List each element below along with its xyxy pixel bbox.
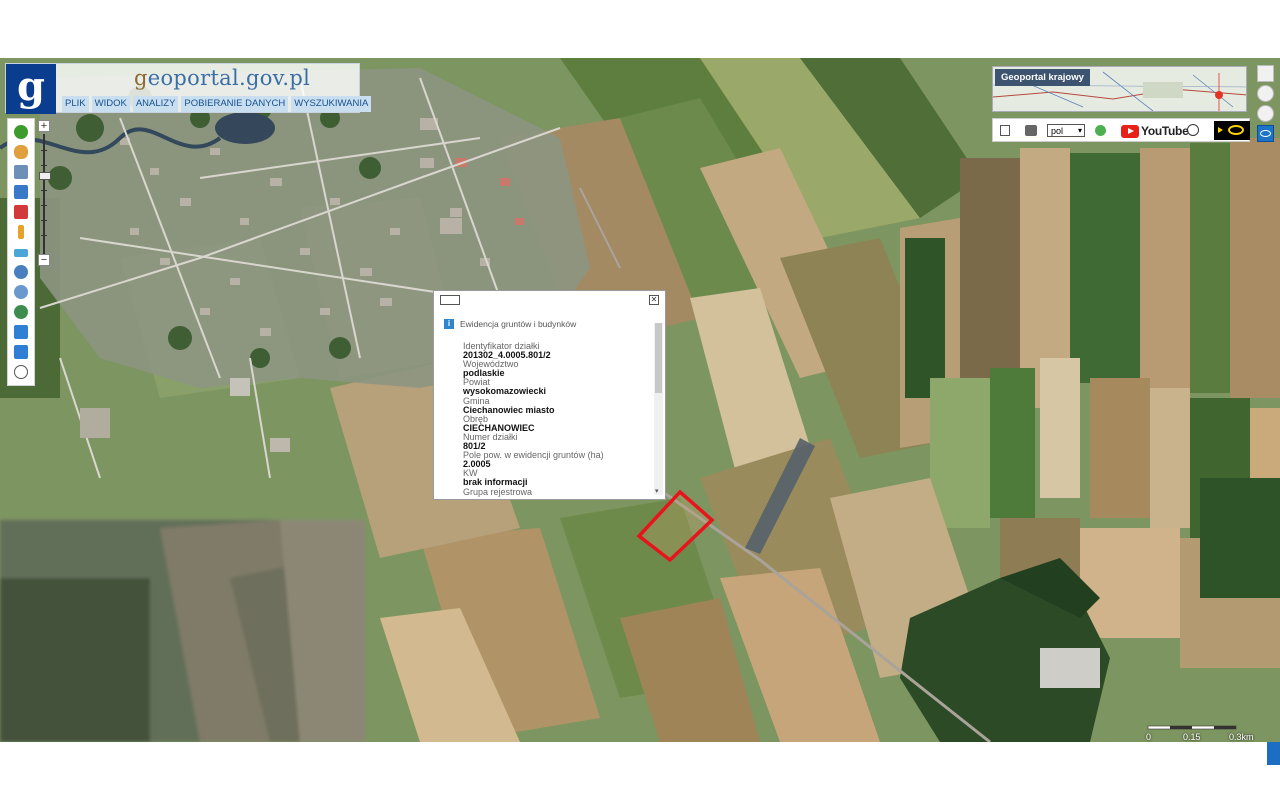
menu-tabs: PLIK WIDOK ANALIZY POBIERANIE DANYCH WYS… [62, 96, 372, 112]
tab-analizy[interactable]: ANALIZY [132, 96, 179, 112]
pan-hand-icon[interactable] [14, 145, 28, 159]
popup-scrollbar[interactable]: ▾ [654, 323, 663, 495]
language-select[interactable]: pol ▾ [1047, 124, 1085, 137]
field-value: 2.0005 [463, 459, 491, 470]
crosshair-icon[interactable] [1187, 124, 1199, 136]
geoportal-logo[interactable]: g [6, 64, 56, 114]
youtube-play-icon [1121, 124, 1139, 138]
blue-eye-button[interactable] [1257, 125, 1274, 142]
tab-widok[interactable]: WIDOK [91, 96, 130, 112]
small-dot-button-2[interactable] [1257, 105, 1274, 122]
youtube-button[interactable]: YouTube [1121, 124, 1189, 138]
tools-gear-icon[interactable] [1257, 65, 1274, 82]
zoom-in-icon[interactable] [14, 265, 28, 279]
tab-wyszukiwania[interactable]: WYSZUKIWANIA [291, 96, 372, 112]
ruler-icon[interactable] [14, 249, 28, 257]
small-dot-button[interactable] [1257, 85, 1274, 102]
top-right-tools: pol ▾ YouTube [992, 118, 1250, 142]
zoom-minus-button[interactable]: − [38, 254, 50, 266]
popup-title: Ewidencja gruntów i budynków [460, 319, 577, 329]
field-value: wysokomazowiecki [463, 386, 547, 397]
arrow-back-icon[interactable] [14, 325, 28, 339]
accessibility-eye-button[interactable] [1214, 121, 1250, 140]
popup-header: i Ewidencja gruntów i budynków [444, 319, 576, 329]
popup-attributes: Identyfikator działki 201302_4.0005.801/… [463, 341, 648, 497]
globe-icon[interactable] [14, 305, 28, 319]
language-value: pol [1051, 126, 1064, 136]
zoom-out-icon[interactable] [14, 285, 28, 299]
field-label: Pole pow. w ewidencji gruntów (ha) [463, 450, 604, 461]
brand-prefix: g [134, 66, 148, 90]
field-value: Ciechanowiec miasto [463, 404, 555, 415]
lowres-patch [0, 520, 365, 742]
scrollbar-thumb[interactable] [655, 323, 662, 393]
field-label: Numer działki [463, 431, 518, 442]
zoom-slider[interactable]: + − [38, 120, 52, 268]
brand-title: geoportal.gov.pl [134, 66, 310, 90]
minimap-label: Geoportal krajowy [995, 69, 1090, 86]
reset-view-icon[interactable] [14, 365, 28, 379]
brand-rest: eoportal.gov.pl [147, 66, 311, 90]
select-red-icon[interactable] [14, 205, 28, 219]
youtube-label: YouTube [1141, 124, 1189, 138]
tab-plik[interactable]: PLIK [62, 96, 89, 112]
zoom-track[interactable] [43, 134, 45, 254]
left-toolbar [7, 118, 35, 386]
page: g geoportal.gov.pl PLIK WIDOK ANALIZY PO… [0, 0, 1280, 797]
zoom-plus-button[interactable]: + [38, 120, 50, 132]
field-label: Grupa rejestrowa [463, 486, 533, 497]
header-box: g geoportal.gov.pl PLIK WIDOK ANALIZY PO… [5, 63, 372, 114]
scale-label-start: 0 [1146, 732, 1152, 742]
scale-label-mid: 0.15 [1183, 732, 1201, 742]
pencil-icon[interactable] [18, 225, 24, 239]
field-value: podlaskie [463, 368, 505, 379]
list-icon[interactable] [14, 165, 28, 179]
info-tool-icon[interactable] [14, 125, 28, 139]
eye-icon [1228, 125, 1244, 135]
printer-icon[interactable] [1025, 125, 1037, 136]
scale-bar-graphic [1147, 725, 1237, 730]
legend-list-icon[interactable] [1000, 125, 1010, 136]
green-circle-icon[interactable] [1095, 125, 1106, 136]
right-button-column [1257, 65, 1275, 145]
zoom-handle[interactable] [39, 172, 51, 180]
popup-collapse-icon[interactable] [440, 295, 460, 305]
info-icon: i [444, 319, 454, 329]
scale-bar: 0 0.15 0.3km [1145, 722, 1260, 742]
scale-label-end: 0.3km [1229, 732, 1254, 742]
select-area-icon[interactable] [14, 185, 28, 199]
minimap-panel[interactable]: Geoportal krajowy [992, 66, 1247, 112]
parcel-info-popup: ✕ i Ewidencja gruntów i budynków Identyf… [433, 290, 666, 500]
chevron-down-icon: ▾ [1077, 126, 1082, 135]
scroll-down-icon[interactable]: ▾ [655, 487, 659, 495]
arrow-forward-icon[interactable] [14, 345, 28, 359]
blue-corner-tab[interactable] [1267, 742, 1280, 765]
popup-close-icon[interactable]: ✕ [649, 295, 659, 305]
tab-pobieranie-danych[interactable]: POBIERANIE DANYCH [181, 96, 289, 112]
arrow-right-icon [1218, 127, 1223, 133]
